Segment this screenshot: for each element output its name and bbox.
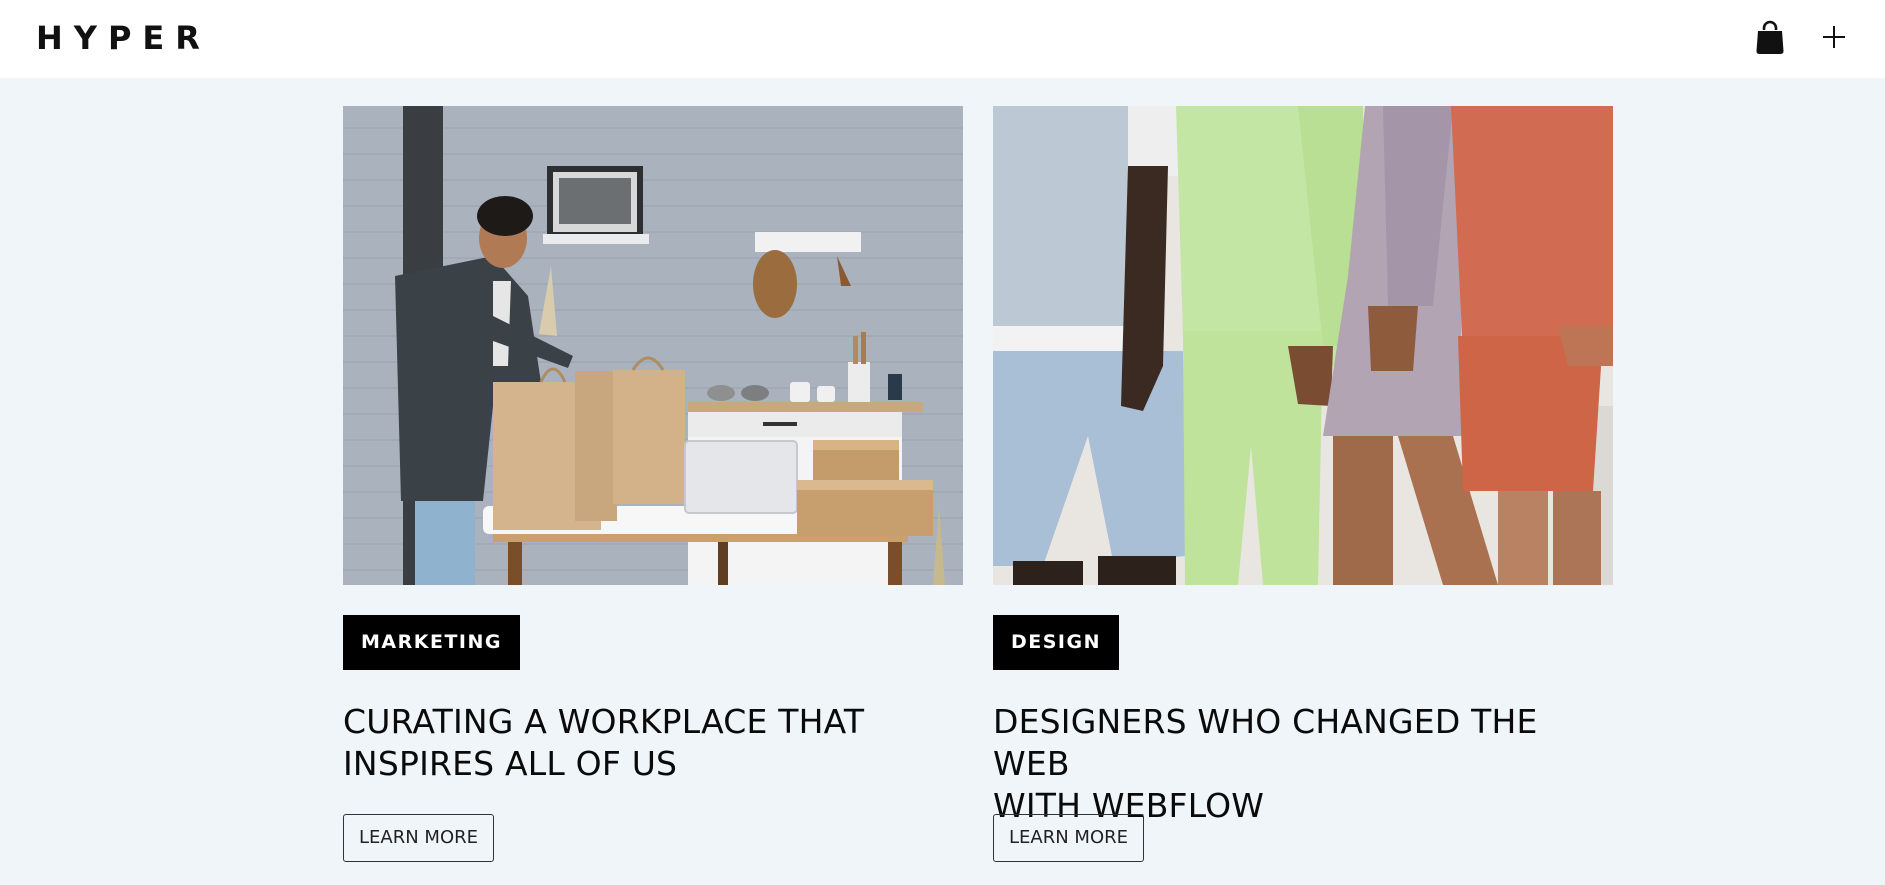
post-image-design[interactable] xyxy=(993,106,1613,585)
post-title[interactable]: DESIGNERS WHO CHANGED THE WEB WITH WEBFL… xyxy=(993,701,1613,827)
post-title-line-1: DESIGNERS WHO CHANGED THE WEB xyxy=(993,702,1538,783)
post-title[interactable]: CURATING A WORKPLACE THAT INSPIRES ALL O… xyxy=(343,701,963,785)
blog-card-marketing: MARKETING CURATING A WORKPLACE THAT INSP… xyxy=(343,106,963,885)
category-tag[interactable]: MARKETING xyxy=(343,615,520,670)
post-title-line-1: CURATING A WORKPLACE THAT xyxy=(343,702,865,741)
shopping-bag-icon[interactable] xyxy=(1753,20,1787,56)
navbar: HYPER xyxy=(0,0,1885,78)
category-tag[interactable]: DESIGN xyxy=(993,615,1120,670)
post-title-line-2: INSPIRES ALL OF US xyxy=(343,744,678,783)
logo[interactable]: HYPER xyxy=(36,18,211,58)
blog-card-design: DESIGN DESIGNERS WHO CHANGED THE WEB WIT… xyxy=(993,106,1613,885)
learn-more-button[interactable]: LEARN MORE xyxy=(993,814,1144,862)
post-image-marketing[interactable] xyxy=(343,106,963,585)
learn-more-button[interactable]: LEARN MORE xyxy=(343,814,494,862)
plus-icon[interactable] xyxy=(1819,22,1849,52)
